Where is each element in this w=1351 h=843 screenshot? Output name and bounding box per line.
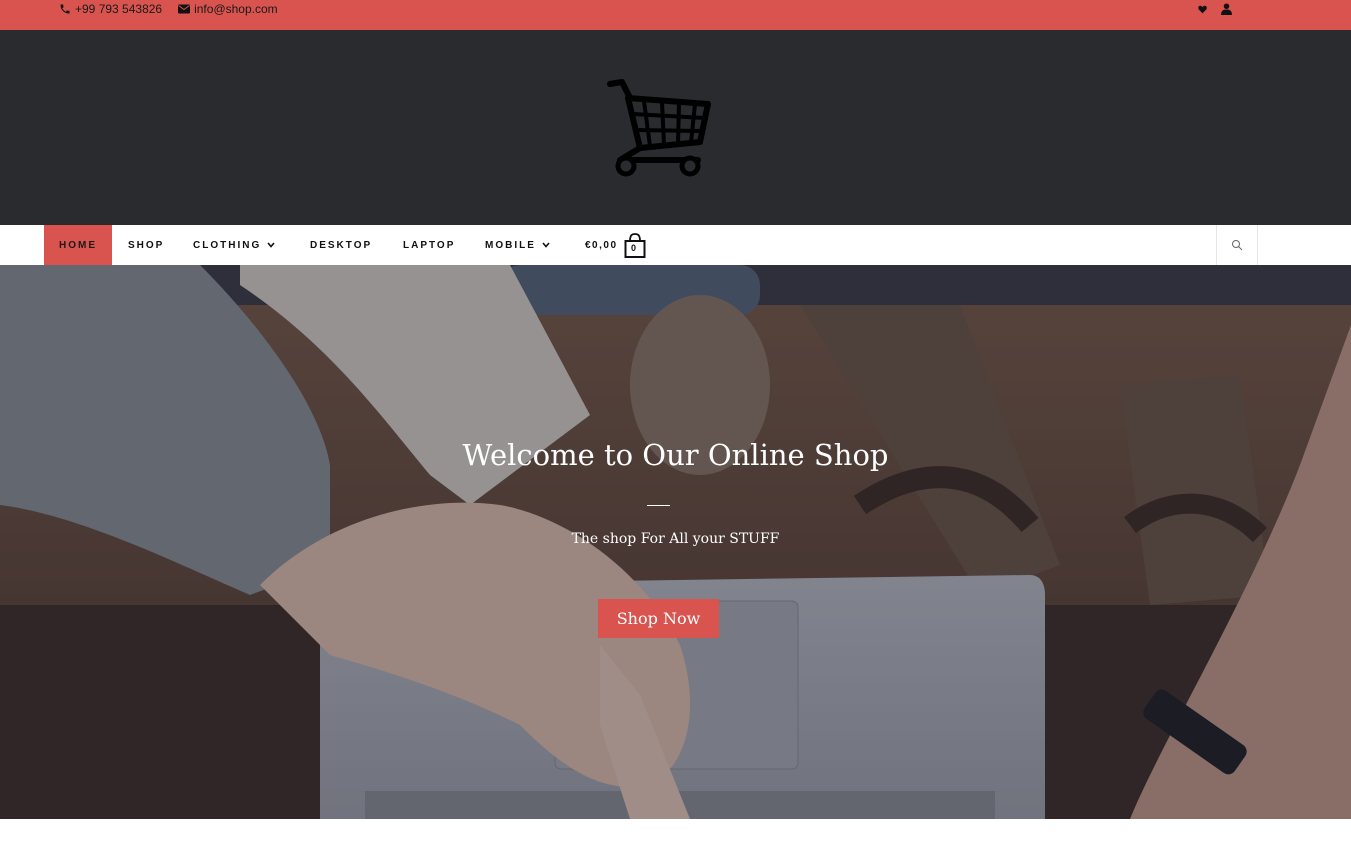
nav-item-clothing[interactable]: CLOTHING: [193, 225, 275, 265]
site-header: [0, 30, 1351, 225]
cart-count: 0: [631, 243, 637, 253]
user-icon: [1221, 3, 1232, 15]
nav-item-desktop[interactable]: DESKTOP: [310, 225, 372, 265]
account-link[interactable]: [1221, 3, 1232, 15]
email-contact[interactable]: info@shop.com: [178, 2, 278, 16]
nav-item-laptop[interactable]: LAPTOP: [403, 225, 455, 265]
nav-item-label: DESKTOP: [310, 239, 373, 251]
phone-icon: [60, 4, 70, 14]
hero-slider: Welcome to Our Online Shop The shop For …: [0, 265, 1351, 819]
mini-cart[interactable]: €0,00 0: [585, 225, 646, 265]
shopping-cart-icon: [607, 79, 711, 177]
chevron-down-icon: [542, 242, 550, 248]
chevron-down-icon: [267, 242, 275, 248]
phone-contact[interactable]: +99 793 543826: [59, 2, 162, 16]
email-address: info@shop.com: [194, 2, 278, 16]
heart-icon: [1198, 5, 1207, 13]
search-toggle[interactable]: [1216, 225, 1258, 265]
top-bar-actions: [1198, 1, 1232, 17]
nav-item-label: HOME: [59, 239, 97, 251]
hero-divider: [647, 505, 670, 506]
shop-now-button[interactable]: Shop Now: [598, 599, 719, 638]
cart-total: €0,00: [585, 239, 618, 251]
hero-title: Welcome to Our Online Shop: [462, 438, 889, 472]
nav-item-label: SHOP: [128, 239, 165, 251]
nav-item-mobile[interactable]: MOBILE: [485, 225, 550, 265]
cart-bag-icon: 0: [624, 231, 646, 259]
search-icon: [1232, 240, 1243, 251]
hero-subtitle: The shop For All your STUFF: [571, 531, 780, 547]
site-logo[interactable]: [606, 78, 712, 178]
contact-info: +99 793 543826 info@shop.com: [59, 0, 294, 18]
nav-item-home[interactable]: HOME: [44, 225, 112, 265]
nav-item-label: MOBILE: [485, 239, 536, 251]
wishlist-link[interactable]: [1198, 5, 1207, 14]
phone-number: +99 793 543826: [75, 2, 163, 16]
top-bar: +99 793 543826 info@shop.com: [0, 0, 1351, 30]
main-navigation: HOME SHOP CLOTHING DESKTOP LAPTOP MOBILE…: [0, 225, 1351, 265]
nav-item-label: CLOTHING: [193, 239, 262, 251]
nav-item-label: LAPTOP: [403, 239, 456, 251]
envelope-icon: [178, 4, 191, 14]
nav-item-shop[interactable]: SHOP: [128, 225, 164, 265]
